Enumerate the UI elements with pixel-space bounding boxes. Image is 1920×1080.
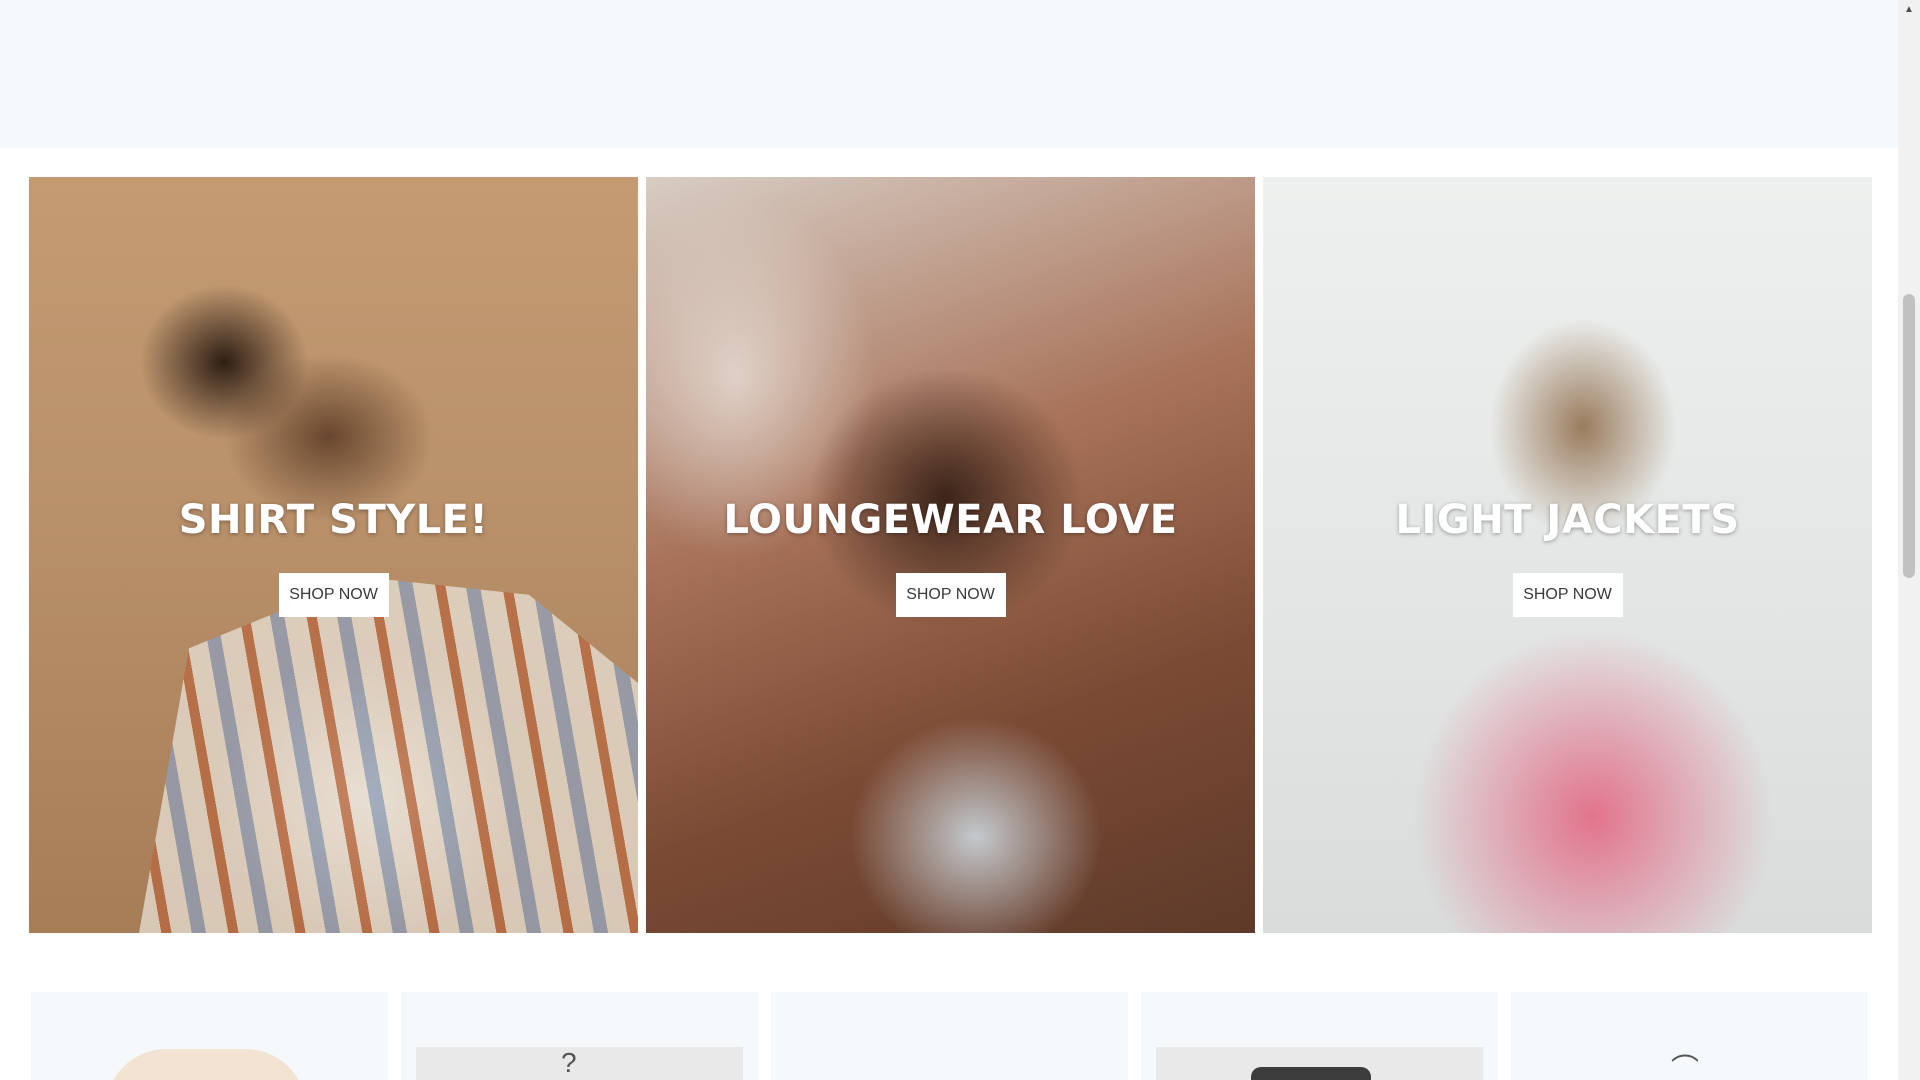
scroll-thumb[interactable] — [1903, 294, 1915, 578]
hanger-icon: ⌒ — [1671, 1053, 1700, 1080]
product-card[interactable] — [1141, 992, 1498, 1080]
hanger-icon: ? — [561, 1047, 577, 1078]
banner-loungewear-love[interactable]: LOUNGEWEAR LOVE SHOP NOW — [646, 177, 1255, 933]
product-card[interactable]: ? — [401, 992, 758, 1080]
top-banner-area — [0, 0, 1898, 148]
banner-overlay: LOUNGEWEAR LOVE SHOP NOW — [646, 497, 1255, 617]
shop-now-button[interactable]: SHOP NOW — [278, 573, 389, 617]
vertical-scrollbar[interactable]: ▲ — [1898, 0, 1920, 1080]
banner-shirt-style[interactable]: SHIRT STYLE! SHOP NOW — [29, 177, 638, 933]
product-image — [106, 1049, 306, 1080]
banner-light-jackets[interactable]: LIGHT JACKETS SHOP NOW — [1263, 177, 1872, 933]
banner-title: SHIRT STYLE! — [178, 497, 489, 543]
banner-title: LOUNGEWEAR LOVE — [723, 497, 1178, 543]
scroll-up-icon[interactable]: ▲ — [1898, 2, 1920, 18]
banner-overlay: SHIRT STYLE! SHOP NOW — [29, 497, 638, 617]
product-card[interactable] — [31, 992, 388, 1080]
product-garment — [1251, 1067, 1371, 1080]
product-row: ? ⌒ — [31, 992, 1870, 1080]
category-banners: SHIRT STYLE! SHOP NOW LOUNGEWEAR LOVE SH… — [29, 177, 1872, 933]
product-card[interactable]: ⌒ — [1511, 992, 1868, 1080]
shop-now-button[interactable]: SHOP NOW — [895, 573, 1006, 617]
product-image — [416, 1047, 743, 1080]
product-card[interactable] — [771, 992, 1128, 1080]
shop-now-button[interactable]: SHOP NOW — [1512, 573, 1623, 617]
banner-overlay: LIGHT JACKETS SHOP NOW — [1263, 497, 1872, 617]
banner-title: LIGHT JACKETS — [1395, 497, 1740, 543]
